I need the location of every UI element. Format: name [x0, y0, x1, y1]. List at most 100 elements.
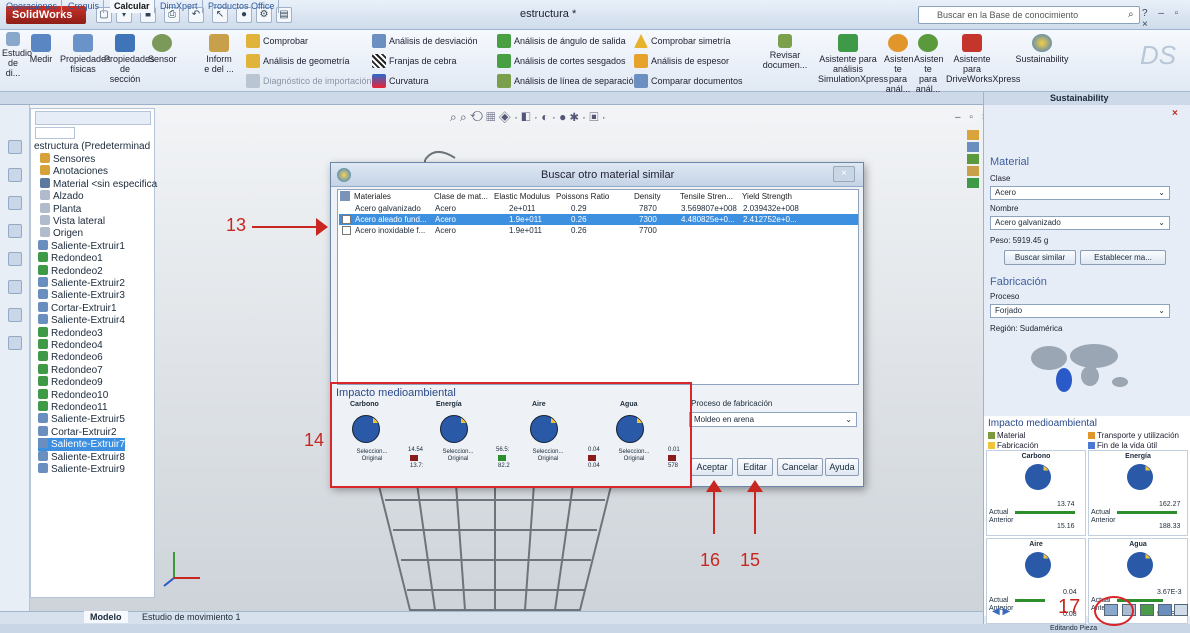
tree-item[interactable]: Redondeo7 — [38, 363, 103, 377]
simulationxpress-button[interactable]: Asistente para análisis SimulationXpress — [818, 34, 888, 84]
task-pane-tab-icon[interactable] — [967, 142, 979, 152]
left-tool-2-icon[interactable] — [8, 168, 22, 182]
grid-options-icon[interactable] — [340, 191, 350, 201]
check-button[interactable]: Comprobar — [246, 34, 372, 48]
tree-item[interactable]: Cortar-Extruir2 — [38, 425, 117, 439]
tree-item[interactable]: Redondeo1 — [38, 252, 103, 265]
left-tool-6-icon[interactable] — [8, 280, 22, 294]
task-pane-tab-icon[interactable] — [967, 154, 979, 164]
tree-item[interactable]: Alzado — [40, 190, 84, 203]
search-icon[interactable]: ⌕ — [1128, 9, 1134, 20]
parting-line-analysis-button[interactable]: Análisis de línea de separación — [497, 74, 639, 88]
tree-item[interactable]: Cortar-Extruir1 — [38, 301, 117, 315]
zebra-stripes-button[interactable]: Franjas de cebra — [372, 54, 478, 68]
world-map-icon[interactable] — [1024, 338, 1134, 394]
dialog-close-button[interactable]: × — [833, 166, 855, 182]
cancel-button[interactable]: Cancelar — [777, 458, 823, 476]
tree-item[interactable]: Saliente-Extruir8 — [38, 450, 125, 464]
col-density[interactable]: Density — [634, 192, 661, 201]
fabrication-section[interactable]: Fabricación — [990, 276, 1047, 288]
thickness-analysis-button[interactable]: Análisis de espesor — [634, 54, 743, 68]
mass-properties-button[interactable]: Propiedades físicas — [60, 34, 111, 74]
save-report-icon[interactable] — [1158, 604, 1172, 616]
row-checkbox[interactable] — [342, 215, 351, 224]
review-document-button[interactable]: Revisar documen... — [762, 34, 808, 70]
tree-item[interactable]: Saliente-Extruir2 — [38, 277, 125, 290]
edit-button[interactable]: Editar — [737, 458, 773, 476]
tab-motion-study[interactable]: Estudio de movimiento 1 — [136, 611, 247, 623]
tree-item[interactable]: Saliente-Extruir1 — [38, 239, 125, 253]
tree-item[interactable]: Sensores — [40, 153, 95, 166]
heads-up-view-toolbar[interactable]: ⌕ ⌕ ⟲ ▦ ◈ · ◧ · ◐ · ● ✱ · ▣ · — [450, 110, 606, 125]
left-tool-3-icon[interactable] — [8, 196, 22, 210]
left-tool-8-icon[interactable] — [8, 336, 22, 350]
accept-button[interactable]: Aceptar — [691, 458, 733, 476]
tree-item[interactable]: Redondeo11 — [38, 401, 108, 414]
geometry-analysis-button[interactable]: Análisis de geometría — [246, 54, 372, 68]
tree-item[interactable]: Redondeo4 — [38, 339, 103, 352]
col-yield[interactable]: Yield Strength — [742, 192, 792, 201]
clase-select[interactable]: Acero ⌄ — [990, 186, 1170, 200]
proceso-select[interactable]: Forjado ⌄ — [990, 304, 1170, 318]
left-tool-1-icon[interactable] — [8, 140, 22, 154]
task-pane-tab-icon[interactable] — [967, 130, 979, 140]
draft-analysis-button[interactable]: Análisis de ángulo de salida — [497, 34, 639, 48]
tab-calcular[interactable]: Calcular — [110, 0, 155, 13]
tab-modelo[interactable]: Modelo — [84, 611, 128, 623]
tree-item[interactable]: Vista lateral — [40, 215, 105, 228]
deviation-analysis-button[interactable]: Análisis de desviación — [372, 34, 478, 48]
tree-item[interactable]: Planta — [40, 202, 81, 216]
tree-item[interactable]: Redondeo2 — [38, 264, 103, 278]
left-tool-7-icon[interactable] — [8, 308, 22, 322]
tree-item[interactable]: Saliente-Extruir4 — [38, 314, 125, 327]
tree-item[interactable]: Saliente-Extruir3 — [38, 289, 125, 302]
tree-item[interactable]: Origen — [40, 227, 83, 240]
export-icon[interactable] — [1140, 604, 1154, 616]
col-poisson[interactable]: Poissons Ratio — [556, 192, 609, 201]
tree-root[interactable]: estructura (Predeterminad — [34, 140, 150, 153]
set-material-button[interactable]: Establecer ma... — [1080, 250, 1166, 265]
knowledge-base-search-input[interactable]: Buscar en la Base de conocimiento — [918, 6, 1140, 24]
table-row-selected[interactable]: Acero aleado fund... Acero 1.9e+011 0.26 730… — [339, 214, 858, 225]
tree-item[interactable]: Redondeo9 — [38, 376, 103, 389]
tree-tabs[interactable] — [35, 111, 151, 125]
tree-item[interactable]: Anotaciones — [40, 165, 108, 178]
tab-dimxpert[interactable]: DimXpert — [156, 0, 203, 13]
left-tool-5-icon[interactable] — [8, 252, 22, 266]
material-section[interactable]: Material — [990, 156, 1029, 168]
tree-item[interactable]: Saliente-Extruir5 — [38, 413, 125, 426]
measure-button[interactable]: Medir — [28, 34, 54, 64]
process-select[interactable]: Moldeo en arena ⌄ — [689, 412, 857, 427]
left-tool-4-icon[interactable] — [8, 224, 22, 238]
help-circle-icon[interactable] — [1174, 604, 1188, 616]
close-icon[interactable]: × — [1172, 108, 1178, 119]
sustainability-button[interactable]: Sustainability — [1012, 34, 1072, 64]
tab-operaciones[interactable]: Operaciones — [2, 0, 63, 13]
window-controls[interactable]: ? – ▫ × — [1142, 8, 1190, 30]
task-pane-tab-icon[interactable] — [967, 166, 979, 176]
section-properties-button[interactable]: Propiedades de sección — [104, 34, 155, 84]
assistant-b-button[interactable]: Asisten te para anál... — [914, 34, 944, 94]
curvature-button[interactable]: Curvatura — [372, 74, 478, 88]
tree-item[interactable]: Material <sin especifica — [40, 177, 157, 191]
undercut-analysis-button[interactable]: Análisis de cortes sesgados — [497, 54, 639, 68]
help-button[interactable]: Ayuda — [825, 458, 859, 476]
tree-item[interactable]: Saliente-Extruir7 — [38, 438, 125, 452]
report-button[interactable]: Inform e del ... — [204, 34, 234, 74]
tree-item[interactable]: Redondeo3 — [38, 326, 103, 340]
nombre-select[interactable]: Acero galvanizado ⌄ — [990, 216, 1170, 230]
col-clase[interactable]: Clase de mat... — [434, 192, 488, 201]
tab-productos-office[interactable]: Productos Office — [204, 0, 280, 13]
col-elastic[interactable]: Elastic Modulus — [494, 192, 550, 201]
study-design-button[interactable]: Estudio de di... — [2, 32, 32, 78]
task-pane-tabs[interactable] — [967, 130, 979, 190]
help-icon[interactable]: ? — [1142, 8, 1152, 19]
energy-card[interactable]: Energía Actual 162.27 Anterior 188.33 — [1088, 450, 1188, 536]
sensor-button[interactable]: Sensor — [148, 34, 177, 64]
import-diagnostics-button[interactable]: Diagnóstico de importación — [246, 74, 372, 88]
tree-item[interactable]: Saliente-Extruir9 — [38, 463, 125, 476]
nav-arrows-icon[interactable]: ◀ ▶ — [992, 606, 1010, 617]
tree-item[interactable]: Redondeo10 — [38, 388, 108, 402]
symmetry-check-button[interactable]: Comprobar simetría — [634, 34, 743, 48]
driveworksxpress-button[interactable]: Asistente para DriveWorksXpress — [946, 34, 1020, 84]
